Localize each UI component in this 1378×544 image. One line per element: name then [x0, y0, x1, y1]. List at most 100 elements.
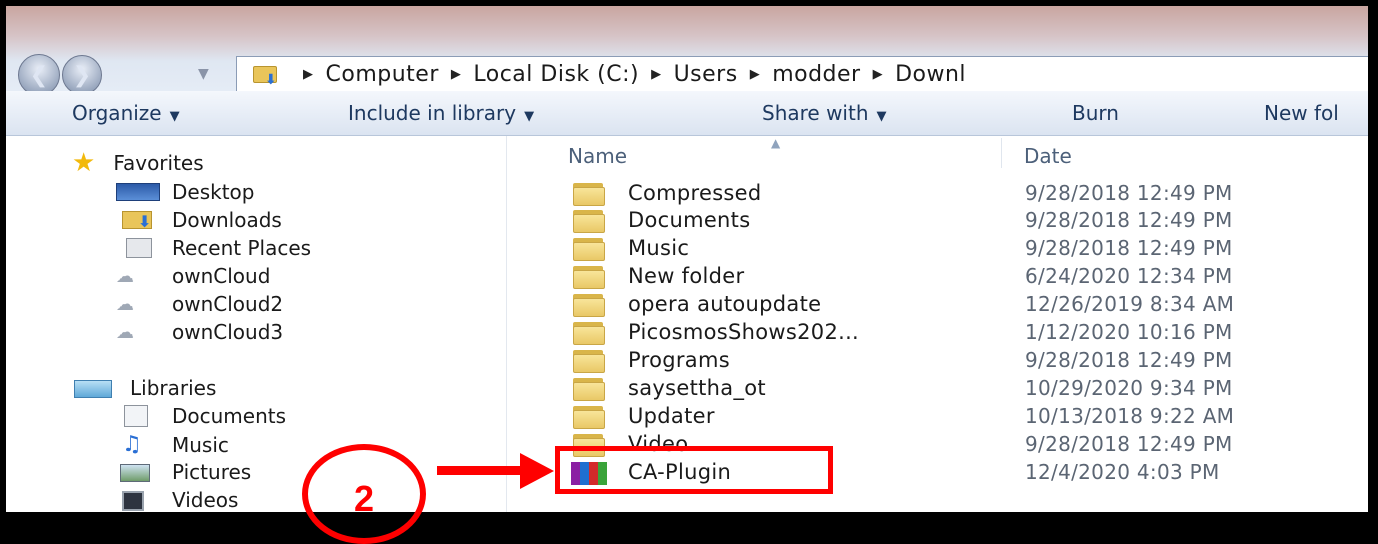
share-with-menu[interactable]: Share with ▼: [762, 101, 887, 125]
nav-desktop[interactable]: Desktop: [116, 180, 254, 204]
nav-lib-pictures[interactable]: Pictures: [116, 460, 251, 484]
nav-recent-places[interactable]: Recent Places: [116, 236, 311, 260]
file-row[interactable]: Programs 9/28/2018 12:49 PM: [508, 348, 1368, 375]
file-date: 9/28/2018 12:49 PM: [1025, 432, 1233, 456]
file-name: Updater: [628, 404, 715, 428]
file-row[interactable]: PicosmosShows202... 1/12/2020 10:16 PM: [508, 320, 1368, 347]
file-date: 9/28/2018 12:49 PM: [1025, 181, 1233, 205]
breadcrumb-modder[interactable]: modder: [772, 62, 860, 87]
folder-icon: [573, 350, 605, 373]
nav-lib-music-label: Music: [172, 432, 229, 457]
folder-icon: [573, 210, 605, 233]
nav-lib-pictures-label: Pictures: [172, 460, 252, 484]
music-note-icon: ♫: [122, 432, 142, 457]
nav-lib-videos[interactable]: Videos: [116, 488, 238, 512]
file-name: Documents: [628, 208, 751, 232]
title-bar: ❮ ❯ ▼ ⬇ ▶ Computer ▶ Local Disk (C:) ▶ U…: [6, 6, 1368, 96]
file-date: 6/24/2020 12:34 PM: [1025, 264, 1233, 288]
file-date: 9/28/2018 12:49 PM: [1025, 208, 1233, 232]
navigation-pane: ★ Favorites Desktop ⬇ Downloads Recent P…: [6, 136, 507, 512]
folder-icon: [573, 406, 605, 429]
breadcrumb-separator-icon: ▶: [303, 66, 314, 82]
folder-icon: [573, 183, 605, 206]
file-name: Compressed: [628, 181, 762, 205]
highlight-box: [555, 446, 833, 494]
documents-icon: [116, 405, 160, 427]
file-row[interactable]: New folder 6/24/2020 12:34 PM: [508, 264, 1368, 291]
breadcrumb-downloads[interactable]: Downl: [895, 62, 966, 87]
organize-label: Organize: [72, 101, 162, 125]
file-name: saysettha_ot: [628, 376, 766, 400]
nav-owncloud-label: ownCloud: [172, 264, 271, 288]
nav-lib-videos-label: Videos: [172, 488, 239, 512]
organize-menu[interactable]: Organize ▼: [72, 101, 180, 125]
file-row[interactable]: Updater 10/13/2018 9:22 AM: [508, 404, 1368, 431]
file-date: 10/29/2020 9:34 PM: [1025, 376, 1233, 400]
folder-icon: [573, 378, 605, 401]
nav-lib-documents-label: Documents: [172, 404, 287, 428]
breadcrumb-separator-icon[interactable]: ▶: [451, 67, 462, 82]
folder-icon: [573, 294, 605, 317]
downloads-folder-icon: ⬇: [253, 64, 279, 88]
breadcrumb-local-disk[interactable]: Local Disk (C:): [473, 62, 639, 87]
file-name: New folder: [628, 264, 745, 288]
file-row[interactable]: Compressed 9/28/2018 12:49 PM: [508, 181, 1368, 208]
file-row[interactable]: opera autoupdate 12/26/2019 8:34 AM: [508, 292, 1368, 319]
new-folder-button[interactable]: New fol: [1264, 101, 1339, 125]
breadcrumb-separator-icon[interactable]: ▶: [750, 67, 761, 82]
breadcrumb-computer[interactable]: Computer: [326, 62, 439, 87]
nav-libraries-label: Libraries: [130, 376, 217, 400]
nav-lib-documents[interactable]: Documents: [116, 404, 286, 428]
recent-places-icon: [116, 238, 160, 258]
file-date: 12/26/2019 8:34 AM: [1025, 292, 1235, 316]
column-header-name[interactable]: Name: [568, 144, 627, 168]
breadcrumb-users[interactable]: Users: [674, 62, 738, 87]
nav-desktop-label: Desktop: [172, 180, 255, 204]
file-date: 9/28/2018 12:49 PM: [1025, 236, 1233, 260]
column-divider[interactable]: [1001, 138, 1002, 168]
cloud-icon: ☁: [116, 265, 134, 287]
file-row[interactable]: Music 9/28/2018 12:49 PM: [508, 236, 1368, 263]
nav-owncloud2-label: ownCloud2: [172, 292, 284, 316]
column-header-date[interactable]: Date: [1024, 144, 1072, 168]
nav-lib-music[interactable]: ♫ Music: [116, 432, 229, 457]
nav-favorites[interactable]: ★ Favorites: [72, 148, 204, 178]
step-number-circle: 2: [302, 444, 426, 544]
recent-pages-dropdown[interactable]: ▼: [198, 66, 209, 82]
include-in-library-menu[interactable]: Include in library ▼: [348, 101, 534, 125]
nav-owncloud3[interactable]: ☁ ownCloud3: [116, 320, 283, 344]
back-arrow-icon: ❮: [29, 62, 49, 88]
new-folder-label: New fol: [1264, 101, 1339, 125]
nav-downloads[interactable]: ⬇ Downloads: [116, 208, 282, 232]
back-button[interactable]: ❮: [18, 54, 60, 96]
file-date: 1/12/2020 10:16 PM: [1025, 320, 1233, 344]
forward-button[interactable]: ❯: [62, 55, 102, 95]
nav-libraries[interactable]: Libraries: [72, 376, 216, 400]
pictures-icon: [116, 462, 160, 482]
file-row[interactable]: saysettha_ot 10/29/2020 9:34 PM: [508, 376, 1368, 403]
address-bar[interactable]: ⬇ ▶ Computer ▶ Local Disk (C:) ▶ Users ▶…: [236, 56, 1368, 92]
sort-ascending-icon: ▲: [771, 136, 781, 150]
nav-owncloud2[interactable]: ☁ ownCloud2: [116, 292, 283, 316]
file-name: Programs: [628, 348, 730, 372]
forward-arrow-icon: ❯: [72, 62, 92, 88]
command-bar: Organize ▼ Include in library ▼ Share with…: [6, 91, 1368, 136]
burn-button[interactable]: Burn: [1072, 101, 1119, 125]
folder-icon: [573, 266, 605, 289]
breadcrumb: ▶ Computer ▶ Local Disk (C:) ▶ Users ▶ m…: [291, 62, 966, 87]
arrow-right-icon: [520, 453, 554, 489]
file-row[interactable]: Documents 9/28/2018 12:49 PM: [508, 208, 1368, 235]
annotation-arrow-shaft: [437, 466, 527, 475]
nav-owncloud[interactable]: ☁ ownCloud: [116, 264, 270, 288]
file-date: 12/4/2020 4:03 PM: [1025, 460, 1220, 484]
nav-owncloud3-label: ownCloud3: [172, 320, 284, 344]
explorer-window: ❮ ❯ ▼ ⬇ ▶ Computer ▶ Local Disk (C:) ▶ U…: [6, 6, 1368, 512]
chevron-down-icon: ▼: [169, 109, 180, 124]
step-number: 2: [353, 478, 375, 519]
burn-label: Burn: [1072, 101, 1119, 125]
chevron-down-icon: ▼: [524, 109, 535, 124]
chevron-down-icon: ▼: [876, 109, 887, 124]
breadcrumb-separator-icon[interactable]: ▶: [873, 67, 884, 82]
breadcrumb-separator-icon[interactable]: ▶: [651, 67, 662, 82]
file-date: 9/28/2018 12:49 PM: [1025, 348, 1233, 372]
